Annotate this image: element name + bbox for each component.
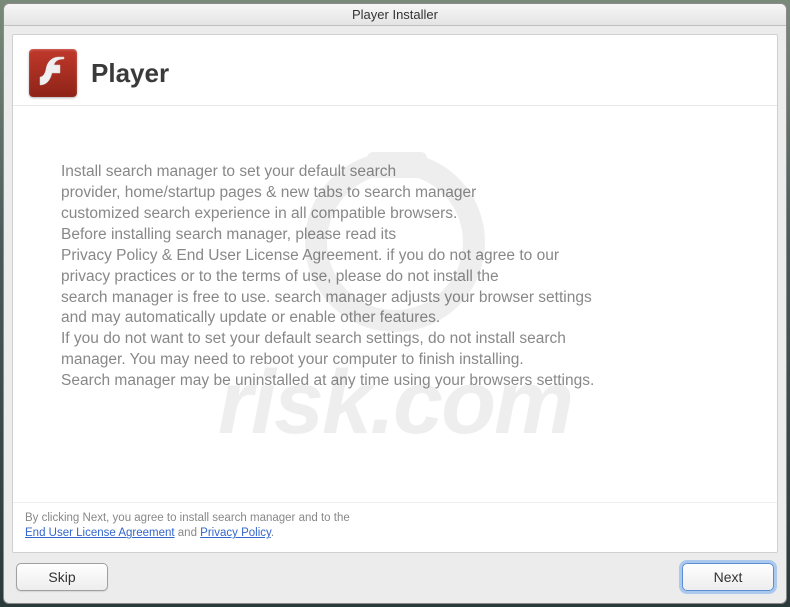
body-text-content: Install search manager to set your defau… — [61, 163, 594, 389]
footer-prefix: By clicking Next, you agree to install s… — [25, 512, 350, 524]
eula-link[interactable]: End User License Agreement — [25, 527, 175, 539]
content-area: Player Install search manager to set you… — [12, 34, 778, 553]
footer-text: By clicking Next, you agree to install s… — [13, 502, 777, 552]
installer-window: Player Installer Player Install search m… — [3, 3, 787, 604]
header: Player — [13, 35, 777, 106]
body-text: Install search manager to set your defau… — [13, 106, 777, 502]
footer-and: and — [175, 527, 201, 539]
privacy-link[interactable]: Privacy Policy — [200, 527, 271, 539]
titlebar: Player Installer — [4, 4, 786, 26]
skip-button[interactable]: Skip — [16, 563, 108, 591]
footer-suffix: . — [271, 527, 274, 539]
next-button[interactable]: Next — [682, 563, 774, 591]
app-title: Player — [91, 58, 169, 89]
window-title: Player Installer — [352, 7, 438, 22]
flash-icon — [29, 49, 77, 97]
button-row: Skip Next — [4, 553, 786, 603]
